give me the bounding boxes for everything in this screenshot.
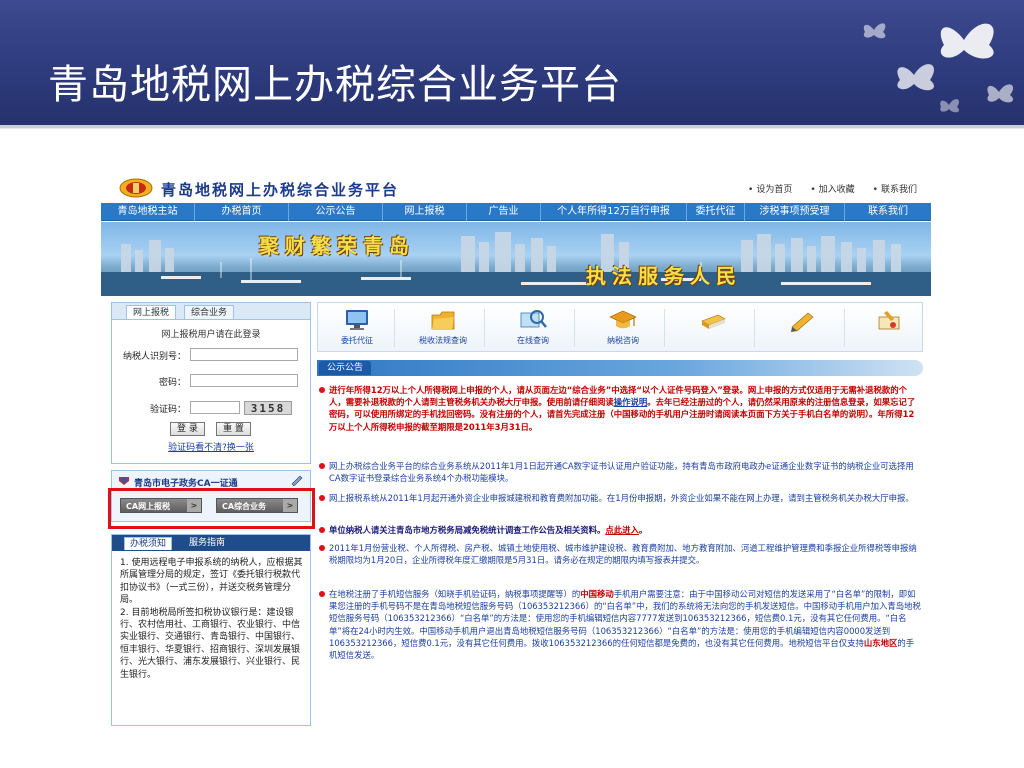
service-label: 在线查询 [517,336,549,345]
banner-slogan-top: 聚财繁荣青岛 [259,234,415,258]
nav-item-tax-home[interactable]: 办税首页 [195,203,289,221]
magnifier-icon [520,310,547,328]
notice-text: 2011年1月份营业税、个人所得税、房产税、城镇土地使用税、城市维护建设税、教育… [329,543,917,566]
contact-us-link[interactable]: • 联系我们 [873,182,917,195]
password-input[interactable] [190,374,298,387]
red-bullet-icon [319,545,325,551]
taxpayer-id-label: 纳税人识别号： [122,352,186,362]
tab-general-business[interactable]: 综合业务 [184,305,235,319]
graduation-cap-icon [609,310,637,329]
site-banner: 聚财繁荣青岛 执法服务人民 [101,222,931,296]
red-bullet-icon [319,527,325,533]
icon-divider [394,309,395,347]
tax-emblem-icon [119,178,153,198]
icon-divider [664,309,665,347]
notice-text: 单位纳税人请关注青岛市地方税务局减免税统计调查工作公告及相关资料。点此进入。 [329,525,648,535]
service-online-query[interactable]: 在线查询 [498,305,568,351]
guide-tabs: 办税须知 服务指南 [112,535,310,551]
website-screenshot: 青岛地税网上办税综合业务平台 • 设为首页 • 加入收藏 • 联系我们 青岛地税主站 … [101,172,931,732]
slide-title: 青岛地税网上办税综合业务平台 [48,62,622,108]
tab-service-guide[interactable]: 服务指南 [184,537,230,550]
service-item-6[interactable] [768,305,838,351]
captcha-input[interactable] [190,401,240,414]
tab-tax-notice[interactable]: 办税须知 [124,537,173,550]
highlight-box [108,488,315,529]
nav-item-entrusted-collection[interactable]: 委托代征 [687,203,745,221]
captcha-label: 验证码： [149,405,186,415]
notice-text: 网上办税综合业务平台的综合业务系统从2011年1月1日起开通CA数字证书认证用户… [329,461,914,484]
monitor-icon [346,310,368,330]
service-item-5[interactable] [678,305,748,351]
set-homepage-link[interactable]: • 设为首页 [748,182,792,195]
service-item-7[interactable] [854,305,924,351]
click-enter-link[interactable]: 点此进入 [605,525,639,535]
site-logo-text: 青岛地税网上办税综合业务平台 [161,181,400,199]
nav-item-contact[interactable]: 联系我们 [845,203,931,221]
slide-header: 青岛地税网上办税综合业务平台 [0,0,1024,125]
pen-icon [291,475,303,486]
operation-guide-link[interactable]: 操作说明 [614,397,648,407]
red-bullet-icon [319,591,325,597]
password-label: 密码： [158,378,186,388]
login-hint: 网上报税用户请在此登录 [161,330,261,340]
service-label: 税收法规查询 [419,336,467,345]
guide-panel: 办税须知 服务指南 1. 使用远程电子申报系统的纳税人，应根据其所属管理分局的规… [111,534,311,726]
icon-divider [484,309,485,347]
nav-item-personal-income[interactable]: 个人年所得12万自行申报 [541,203,687,221]
notice-text: 在地税注册了手机短信服务（知晓手机验证码，纳税事项提醒等）的中国移动手机用户需要… [329,589,921,661]
notice-text: 进行年所得12万以上个人所得税网上申报的个人，请从页面左边“综合业务”中选择“以… [329,385,916,432]
city-skyline-image [101,232,931,296]
certificate-icon [878,311,900,330]
banner-slogan-bottom: 执法服务人民 [586,264,742,288]
service-icon-bar: 委托代征 税收法规查询 在线查询 纳税咨询 [317,302,923,352]
red-bullet-icon [319,387,325,393]
service-tax-consulting[interactable]: 纳税咨询 [588,305,658,351]
main-nav: 青岛地税主站 办税首页 公示公告 网上报税 广告业 个人年所得12万自行申报 委… [101,203,931,221]
service-label: 委托代征 [341,336,373,345]
red-bullet-icon [319,495,325,501]
nav-item-advertising[interactable]: 广告业 [467,203,541,221]
service-tax-law-search[interactable]: 税收法规查询 [408,305,478,351]
header-divider-light [0,128,1024,129]
tab-online-filing[interactable]: 网上报税 [126,305,177,319]
top-links: • 设为首页 • 加入收藏 • 联系我们 [748,182,917,195]
butterfly-decoration-icon [863,23,1014,113]
service-label: 纳税咨询 [607,336,639,345]
login-tabs: 网上报税 综合业务 [112,303,310,320]
notice-text: 网上报税系统从2011年1月起开通外资企业申报城建税和教育费附加功能。在1月份申… [329,493,914,503]
nav-item-online-filing[interactable]: 网上报税 [383,203,467,221]
nav-item-announcements[interactable]: 公示公告 [289,203,383,221]
nav-item-pre-acceptance[interactable]: 涉税事项预受理 [745,203,845,221]
red-bullet-icon [319,463,325,469]
books-icon [701,314,726,329]
site-top-bar: 青岛地税网上办税综合业务平台 • 设为首页 • 加入收藏 • 联系我们 [101,172,931,202]
icon-divider [844,309,845,347]
ca-shield-icon [119,477,129,485]
service-entrusted-collection[interactable]: 委托代征 [322,305,392,351]
guide-text: 1. 使用远程电子申报系统的纳税人，应根据其所属管理分局的规定，签订《委托银行税… [120,558,303,680]
reset-button[interactable]: 重 置 [216,422,251,436]
taxpayer-id-input[interactable] [190,348,298,361]
notice-header-bar: 公示公告 [317,360,923,376]
add-favorite-link[interactable]: • 加入收藏 [810,182,854,195]
pencil-icon [791,312,814,332]
folder-icon [431,311,455,330]
login-button[interactable]: 登 录 [170,422,205,436]
icon-divider [754,309,755,347]
notice-tab[interactable]: 公示公告 [319,361,372,375]
nav-item-main-site[interactable]: 青岛地税主站 [101,203,195,221]
captcha-image: 3158 [244,401,292,415]
login-panel: 网上报税 综合业务 网上报税用户请在此登录 纳税人识别号： 密码： 验证码： 3… [111,302,311,464]
refresh-captcha-link[interactable]: 验证码看不清?换一张 [112,440,310,453]
icon-divider [574,309,575,347]
